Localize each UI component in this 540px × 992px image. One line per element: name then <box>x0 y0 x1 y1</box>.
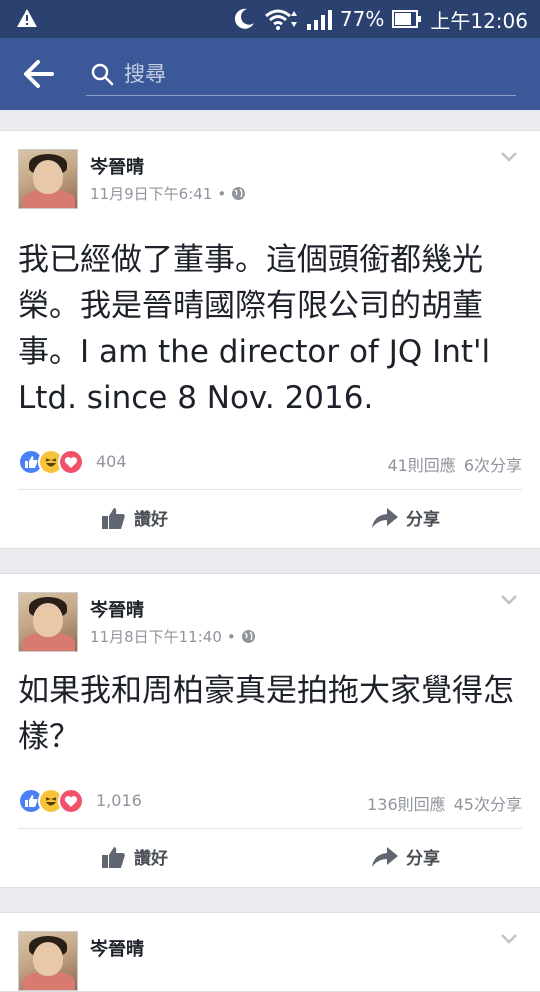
post-author[interactable]: 岑晉晴 <box>90 153 144 179</box>
reaction-count: 1,016 <box>96 791 142 810</box>
dot-separator: • <box>226 627 236 646</box>
post-time[interactable]: 11月8日下午11:40 <box>90 626 222 647</box>
post-header: 岑晉晴 11月8日下午11:40 • <box>0 574 540 652</box>
moon-icon <box>234 8 254 29</box>
post-meta: 11月9日下午6:41 • <box>90 183 246 204</box>
avatar[interactable] <box>18 931 78 991</box>
share-button[interactable]: 分享 <box>372 505 440 530</box>
battery-icon <box>392 10 422 28</box>
status-bar: 77% 上午12:06 <box>0 0 540 38</box>
post-card: 岑晉晴 <box>0 912 540 992</box>
thumbs-up-icon <box>102 846 125 868</box>
chevron-down-icon[interactable] <box>500 151 518 163</box>
reactions-bar[interactable]: 404 41則回應 6次分享 <box>18 443 522 481</box>
post-meta: 11月8日下午11:40 • <box>90 626 256 647</box>
like-button[interactable]: 讚好 <box>102 505 168 530</box>
battery-percent: 77% <box>339 7 385 31</box>
clock: 上午12:06 <box>430 8 528 33</box>
thumbs-up-icon <box>102 507 125 529</box>
search-icon <box>91 63 114 86</box>
post-card: 岑晉晴 11月9日下午6:41 • 我已經做了董事。這個頭銜都幾光榮。我是晉晴國… <box>0 130 540 549</box>
news-feed: 岑晉晴 11月9日下午6:41 • 我已經做了董事。這個頭銜都幾光榮。我是晉晴國… <box>0 110 540 992</box>
love-reaction-icon <box>58 449 84 475</box>
reaction-count: 404 <box>96 452 127 471</box>
comment-count[interactable]: 136則回應 <box>367 795 446 814</box>
post-card: 岑晉晴 11月8日下午11:40 • 如果我和周柏豪真是拍拖大家覺得怎樣？ 1,… <box>0 573 540 888</box>
like-button[interactable]: 讚好 <box>102 844 168 869</box>
globe-icon <box>241 630 255 643</box>
post-time[interactable]: 11月9日下午6:41 <box>90 183 212 204</box>
love-reaction-icon <box>58 788 84 814</box>
share-count[interactable]: 45次分享 <box>454 795 522 814</box>
reactions-bar[interactable]: 1,016 136則回應 45次分享 <box>18 782 522 820</box>
post-author[interactable]: 岑晉晴 <box>90 935 144 961</box>
warning-icon <box>17 9 37 27</box>
post-text: 如果我和周柏豪真是拍拖大家覺得怎樣？ <box>18 673 514 755</box>
chevron-down-icon[interactable] <box>500 933 518 945</box>
comment-count[interactable]: 41則回應 <box>387 456 455 475</box>
search-field[interactable] <box>86 56 516 96</box>
post-actions: 讚好 分享 <box>0 490 540 548</box>
search-header <box>0 38 540 110</box>
like-label: 讚好 <box>134 849 168 869</box>
back-arrow-icon[interactable] <box>22 58 56 90</box>
post-header: 岑晉晴 <box>0 913 540 991</box>
dot-separator: • <box>217 184 227 203</box>
share-count[interactable]: 6次分享 <box>464 456 522 475</box>
feed-gap <box>0 549 540 573</box>
share-arrow-icon <box>372 846 398 867</box>
share-button[interactable]: 分享 <box>372 844 440 869</box>
signal-icon <box>306 10 332 30</box>
globe-icon <box>232 187 246 200</box>
chevron-down-icon[interactable] <box>500 594 518 606</box>
post-header: 岑晉晴 11月9日下午6:41 • <box>0 131 540 209</box>
feed-gap <box>0 888 540 912</box>
like-label: 讚好 <box>134 510 168 530</box>
share-arrow-icon <box>372 507 398 528</box>
share-label: 分享 <box>406 510 440 530</box>
avatar[interactable] <box>18 592 78 652</box>
post-text: 我已經做了董事。這個頭銜都幾光榮。我是晉晴國際有限公司的胡董事。I am the… <box>18 242 491 416</box>
post-author[interactable]: 岑晉晴 <box>90 596 144 622</box>
search-input[interactable] <box>124 58 504 90</box>
post-actions: 讚好 分享 <box>0 829 540 887</box>
share-label: 分享 <box>406 849 440 869</box>
avatar[interactable] <box>18 149 78 209</box>
wifi-icon <box>264 9 297 30</box>
